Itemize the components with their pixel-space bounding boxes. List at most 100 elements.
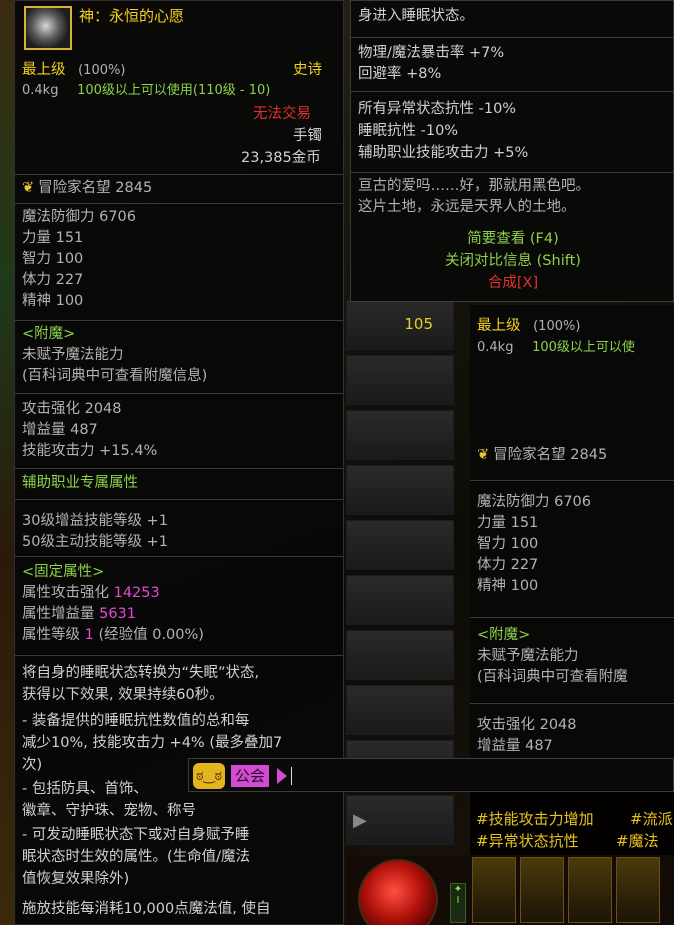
- adventurer-reputation: 冒险家名望 2845: [493, 447, 608, 463]
- enchant-status: 未赋予魔法能力: [477, 648, 579, 664]
- bonus-line: 所有异常状态抗性 -10%: [358, 101, 517, 117]
- support-line: 30级增益技能等级 +1: [22, 513, 168, 529]
- effect-description: 身进入睡眠状态。: [358, 8, 474, 24]
- item-rarity: 史诗: [293, 62, 322, 78]
- attack-line: 技能攻击力 +15.4%: [22, 443, 158, 459]
- enchant-status: 未赋予魔法能力: [22, 347, 124, 363]
- attack-line: 增益量 487: [477, 738, 553, 754]
- item-grade-percent: (100%): [78, 63, 126, 78]
- hp-orb: [358, 859, 438, 925]
- enchant-title: <附魔>: [22, 326, 76, 342]
- equipment-slot[interactable]: [346, 520, 454, 570]
- shortcut-toggle[interactable]: ✦ I: [450, 883, 466, 923]
- brief-view-link[interactable]: 简要查看 (F4): [351, 227, 674, 248]
- equipment-slot[interactable]: [346, 630, 454, 680]
- item-slot-type: 手镯: [293, 128, 322, 144]
- bottom-hud: ✦ I: [346, 855, 674, 925]
- item-name: 神：永恒的心愿: [79, 7, 185, 25]
- flavor-text: 亘古的爱吗……好，那就用黑色吧。: [358, 178, 590, 194]
- skill-slot[interactable]: [520, 857, 564, 923]
- effect-description: - 可发动睡眠状态下或对自身赋予睡: [22, 827, 250, 843]
- stat-line: 精神 100: [477, 578, 539, 594]
- text-cursor: [291, 767, 292, 785]
- fixed-attr-exp: (经验值 0.00%): [93, 627, 204, 643]
- stat-line: 力量 151: [22, 230, 84, 246]
- item-grade: 最上级: [477, 318, 521, 334]
- stat-line: 力量 151: [477, 515, 539, 531]
- effect-description: - 包括防具、首饰、: [22, 781, 148, 797]
- slot-number: 105: [404, 315, 433, 333]
- compare-tooltip: 身进入睡眠状态。 物理/魔法暴击率 +7% 回避率 +8% 所有异常状态抗性 -…: [350, 0, 674, 302]
- item-level-requirement: 100级以上可以使: [532, 340, 635, 355]
- item-weight: 0.4kg: [477, 340, 514, 355]
- equipment-slot[interactable]: [346, 410, 454, 460]
- bonus-line: 辅助职业技能攻击力 +5%: [358, 145, 529, 161]
- fixed-attr-value: 14253: [113, 585, 160, 601]
- equipment-slot[interactable]: [346, 465, 454, 515]
- effect-description: - 装备提供的睡眠抗性数值的总和每: [22, 713, 250, 729]
- compose-link[interactable]: 合成[X]: [351, 271, 674, 292]
- stat-line: 魔法防御力 6706: [477, 494, 592, 510]
- channel-arrow-icon: [277, 768, 287, 784]
- skill-slot[interactable]: [616, 857, 660, 923]
- item-level-requirement: 100级以上可以使用(110级 - 10): [77, 83, 271, 98]
- support-section-title: 辅助职业专属属性: [22, 475, 138, 491]
- reputation-icon: ❦: [22, 180, 35, 196]
- play-icon: ▶: [353, 810, 367, 831]
- equipment-slot[interactable]: [346, 355, 454, 405]
- equipment-slot[interactable]: 105: [346, 300, 454, 350]
- close-compare-link[interactable]: 关闭对比信息 (Shift): [351, 249, 674, 270]
- effect-description: 次): [22, 757, 43, 773]
- bonus-line: 回避率 +8%: [358, 66, 442, 82]
- skill-slot[interactable]: [568, 857, 612, 923]
- skill-slot[interactable]: [472, 857, 516, 923]
- fixed-attr-value: 1: [84, 627, 94, 643]
- equipment-slot[interactable]: [346, 685, 454, 735]
- compare-item-tooltip: 最上级 (100%) 0.4kg 100级以上可以使 ❦ 冒险家名望 2845 魔…: [470, 305, 674, 760]
- effect-description: 眠状态时生效的属性。(生命值/魔法: [22, 849, 251, 865]
- enchant-title: <附魔>: [477, 627, 531, 643]
- skill-tag[interactable]: #技能攻击力增加: [476, 808, 594, 829]
- item-price: 23,385金币: [241, 150, 321, 166]
- stat-line: 魔法防御力 6706: [22, 209, 137, 225]
- effect-description: 减少10%, 技能攻击力 +4% (最多叠加7: [22, 735, 283, 751]
- stat-line: 体力 227: [22, 272, 84, 288]
- equipment-slot[interactable]: ▶: [346, 795, 454, 845]
- effect-description: 施放技能每消耗10,000点魔法值, 使自: [22, 901, 271, 917]
- adventurer-reputation: 冒险家名望 2845: [38, 180, 153, 196]
- fixed-attr-value: 5631: [99, 606, 137, 622]
- stat-line: 智力 100: [477, 536, 539, 552]
- skill-tag[interactable]: #异常状态抗性: [476, 830, 579, 851]
- skill-tag[interactable]: #魔法: [616, 830, 659, 851]
- bonus-line: 物理/魔法暴击率 +7%: [358, 45, 505, 61]
- fixed-attributes-title: <固定属性>: [22, 564, 105, 580]
- reputation-icon: ❦: [477, 447, 490, 463]
- attack-line: 攻击强化 2048: [477, 717, 577, 733]
- enchant-hint: (百科词典中可查看附魔信息): [22, 368, 208, 384]
- stat-line: 精神 100: [22, 293, 84, 309]
- stat-line: 智力 100: [22, 251, 84, 267]
- attack-line: 攻击强化 2048: [22, 401, 122, 417]
- effect-description: 获得以下效果, 效果持续60秒。: [22, 687, 224, 703]
- trade-status: 无法交易: [253, 106, 311, 122]
- chat-input-bar[interactable]: ಠ‿ಠ 公会: [188, 758, 674, 792]
- fixed-attr-label: 属性攻击强化: [22, 585, 114, 601]
- effect-description: 徽章、守护珠、宠物、称号: [22, 803, 196, 819]
- stat-line: 体力 227: [477, 557, 539, 573]
- item-grade-percent: (100%): [533, 319, 581, 334]
- item-weight: 0.4kg: [22, 83, 59, 98]
- item-grade: 最上级: [22, 62, 66, 78]
- attack-line: 增益量 487: [22, 422, 98, 438]
- skill-tag-area: #技能攻击力增加 #流派 #异常状态抗性 #魔法: [470, 788, 674, 858]
- chat-channel-selector[interactable]: 公会: [231, 765, 270, 787]
- equipment-slot[interactable]: [346, 575, 454, 625]
- bracelet-item-icon: [24, 6, 72, 50]
- enchant-hint: (百科词典中可查看附魔: [477, 669, 628, 685]
- fixed-attr-label: 属性增益量: [22, 606, 100, 622]
- bonus-line: 睡眠抗性 -10%: [358, 123, 459, 139]
- effect-description: 值恢复效果除外): [22, 871, 130, 887]
- skill-tag[interactable]: #流派: [630, 808, 673, 829]
- flavor-text: 这片土地，永远是天界人的土地。: [358, 199, 576, 215]
- effect-description: 将自身的睡眠状态转换为“失眠”状态,: [22, 665, 260, 681]
- emote-icon[interactable]: ಠ‿ಠ: [193, 763, 225, 789]
